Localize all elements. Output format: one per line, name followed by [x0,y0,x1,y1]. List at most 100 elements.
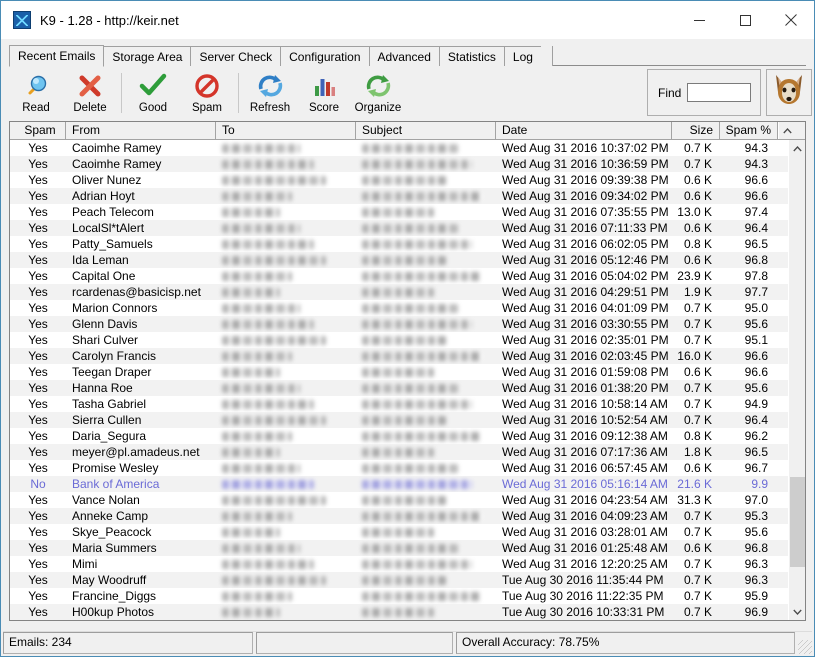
cell-spam: Yes [28,397,48,411]
minimize-button[interactable] [676,1,722,39]
table-row[interactable]: Yes Tasha Gabriel Wed Aug 31 2016 10:58:14… [10,396,788,412]
column-header-to[interactable]: To [216,122,356,139]
cell-spam: Yes [28,237,48,251]
tab-statistics[interactable]: Statistics [438,46,505,66]
table-row[interactable]: Yes May Woodruff Tue Aug 30 2016 11:35:44 … [10,572,788,588]
close-button[interactable] [768,1,814,39]
magnifier-icon [23,71,49,101]
refresh-button[interactable]: Refresh [243,66,297,122]
table-row[interactable]: No Bank of America Wed Aug 31 2016 05:16:1… [10,476,788,492]
maximize-button[interactable] [722,1,768,39]
table-row[interactable]: Yes Mimi Wed Aug 31 2016 12:20:25 AM 0.7 K 9… [10,556,788,572]
table-row[interactable]: Yes Capital One Wed Aug 31 2016 05:04:02 P… [10,268,788,284]
cell-date: Wed Aug 31 2016 03:30:55 PM [502,317,669,331]
cell-from: Shari Culver [72,333,139,347]
cell-spam: Yes [28,541,48,555]
table-row[interactable]: Yes rcardenas@basicisp.net Wed Aug 31 2016… [10,284,788,300]
cell-size: 0.7 K [683,605,712,619]
scrollbar-thumb[interactable] [790,477,805,567]
table-row[interactable]: Yes Caoimhe Ramey Wed Aug 31 2016 10:36:59… [10,156,788,172]
scrollbar-track[interactable] [789,157,805,603]
resize-grip-icon[interactable] [798,640,812,654]
cell-date: Tue Aug 30 2016 11:35:44 PM [502,573,664,587]
cell-spam: Yes [28,429,48,443]
table-row[interactable]: Yes Adrian Hoyt Wed Aug 31 2016 09:34:02 P… [10,188,788,204]
table-row[interactable]: Yes Teegan Draper Wed Aug 31 2016 01:59:08… [10,364,788,380]
cell-spam: Yes [28,205,48,219]
table-row[interactable]: Yes Maria Summers Wed Aug 31 2016 01:25:48… [10,540,788,556]
column-header-from[interactable]: From [66,122,216,139]
table-row[interactable]: Yes Promise Wesley Wed Aug 31 2016 06:57:4… [10,460,788,476]
tab-advanced[interactable]: Advanced [368,46,440,66]
cell-spam-percent: 96.3 [744,573,768,587]
table-row[interactable]: Yes meyer@pl.amadeus.net Wed Aug 31 2016 0… [10,444,788,460]
table-row[interactable]: Yes H00kup Photos Tue Aug 30 2016 10:33:31… [10,604,788,620]
table-row[interactable]: Yes Vance Nolan Wed Aug 31 2016 04:23:54 A… [10,492,788,508]
read-button-label: Read [22,102,50,114]
delete-button[interactable]: Delete [63,66,117,122]
cell-spam-percent: 96.9 [744,605,768,619]
cell-spam: Yes [28,493,48,507]
table-row[interactable]: Yes Glenn Davis Wed Aug 31 2016 03:30:55 P… [10,316,788,332]
good-button[interactable]: Good [126,66,180,122]
column-header-subject[interactable]: Subject [356,122,496,139]
table-row[interactable]: Yes Anneke Camp Wed Aug 31 2016 04:09:23 A… [10,508,788,524]
table-row[interactable]: Yes Francine_Diggs Tue Aug 30 2016 11:22:3… [10,588,788,604]
table-row[interactable]: Yes Oliver Nunez Wed Aug 31 2016 09:39:38 … [10,172,788,188]
cell-size: 31.3 K [677,493,712,507]
cell-spam-percent: 97.0 [744,493,768,507]
cell-date: Wed Aug 31 2016 10:58:14 AM [502,397,668,411]
score-button[interactable]: Score [297,66,351,122]
read-button[interactable]: Read [9,66,63,122]
cell-size: 0.7 K [683,141,712,155]
cell-spam-percent: 94.3 [744,141,768,155]
search-input[interactable] [687,83,752,102]
green-check-icon [139,71,167,101]
table-row[interactable]: Yes Ida Leman Wed Aug 31 2016 05:12:46 PM 0… [10,252,788,268]
toolbar: Read Delete Good Spam Refresh Score Orga… [9,66,812,125]
cell-size: 1.8 K [683,445,712,459]
table-row[interactable]: Yes Shari Culver Wed Aug 31 2016 02:35:01 … [10,332,788,348]
cell-spam-percent: 95.6 [744,317,768,331]
column-header-spam-percent[interactable]: Spam % [720,122,778,139]
table-row[interactable]: Yes Carolyn Francis Wed Aug 31 2016 02:03:… [10,348,788,364]
table-row[interactable]: Yes Caoimhe Ramey Wed Aug 31 2016 10:37:02… [10,140,788,156]
table-row[interactable]: Yes Skye_Peacock Wed Aug 31 2016 03:28:01 … [10,524,788,540]
table-row[interactable]: Yes Patty_Samuels Wed Aug 31 2016 06:02:05… [10,236,788,252]
cell-subject [356,476,496,492]
cell-from: May Woodruff [72,573,147,587]
tab-configuration[interactable]: Configuration [280,46,370,66]
cell-date: Wed Aug 31 2016 09:12:38 AM [502,429,668,443]
table-row[interactable]: Yes Peach Telecom Wed Aug 31 2016 07:35:55… [10,204,788,220]
column-header-size[interactable]: Size [672,122,720,139]
cell-from: Daria_Segura [72,429,147,443]
email-list: Spam From To Subject Date Size Spam % Ye… [9,121,806,621]
status-overall-accuracy: Overall Accuracy: 78.75% [456,632,795,654]
cell-size: 0.6 K [683,221,712,235]
cell-date: Wed Aug 31 2016 04:09:23 AM [502,509,668,523]
table-row[interactable]: Yes Hanna Roe Wed Aug 31 2016 01:38:20 PM 0… [10,380,788,396]
cell-date: Wed Aug 31 2016 07:11:33 PM [502,221,668,235]
spam-button[interactable]: Spam [180,66,234,122]
cell-from: Bank of America [72,477,160,491]
cell-size: 0.7 K [683,525,712,539]
table-row[interactable]: Yes Sierra Cullen Wed Aug 31 2016 10:52:54… [10,412,788,428]
table-row[interactable]: Yes Daria_Segura Wed Aug 31 2016 09:12:38 … [10,428,788,444]
scroll-down-button[interactable] [789,603,805,620]
vertical-scrollbar[interactable] [788,140,805,620]
column-header-spam[interactable]: Spam [10,122,66,139]
table-row[interactable]: Yes Marion Connors Wed Aug 31 2016 04:01:0… [10,300,788,316]
organize-button[interactable]: Organize [351,66,405,122]
table-row[interactable]: Yes LocalSl*tAlert Wed Aug 31 2016 07:11:3… [10,220,788,236]
tab-recent-emails[interactable]: Recent Emails [9,45,105,67]
column-header-date[interactable]: Date [496,122,672,139]
tab-server-check[interactable]: Server Check [190,46,282,66]
tab-storage-area[interactable]: Storage Area [103,46,192,66]
cell-spam: Yes [28,365,48,379]
redacted-text [222,591,292,601]
cell-spam: Yes [28,525,48,539]
cell-from: Adrian Hoyt [72,189,135,203]
cell-spam: Yes [28,445,48,459]
tab-log[interactable]: Log [503,46,542,66]
scroll-up-button[interactable] [789,140,805,157]
